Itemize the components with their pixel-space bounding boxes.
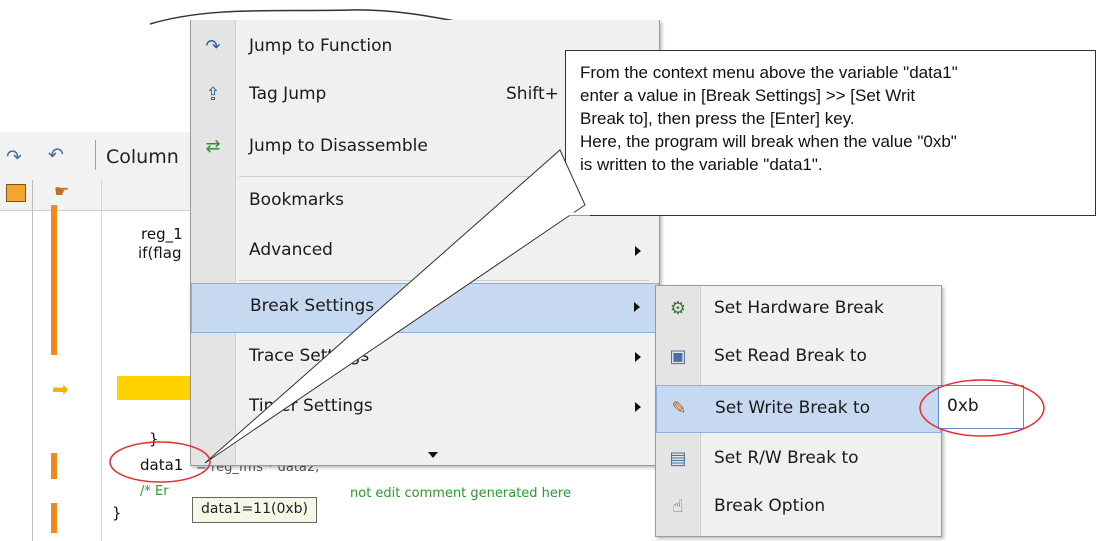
code-comment: /* Er xyxy=(140,484,169,499)
refresh-icon[interactable]: ↷ xyxy=(6,146,22,168)
scroll-down-arrow-icon[interactable] xyxy=(428,452,438,458)
menu-item-label: Set R/W Break to xyxy=(714,448,859,468)
callout-line: enter a value in [Break Settings] >> [Se… xyxy=(580,86,916,105)
write-break-icon: ✎ xyxy=(671,398,687,419)
menu-item-label: Set Hardware Break xyxy=(714,298,884,318)
code-line: } xyxy=(112,504,122,522)
hand-pointer-icon[interactable]: ☛ xyxy=(54,182,69,202)
jump-function-icon: ↷ xyxy=(205,36,221,57)
coverage-bar xyxy=(51,503,57,533)
rw-break-icon: ▤ xyxy=(669,448,687,469)
menu-item-label: Timer Settings xyxy=(249,396,373,416)
editor-subtoolbar xyxy=(0,180,200,211)
menu-item-advanced[interactable]: Advanced xyxy=(191,228,659,276)
menu-item-timer-settings[interactable]: Timer Settings xyxy=(191,384,659,432)
current-pc-arrow-icon: ➡ xyxy=(52,377,69,401)
menu-item-label: Jump to Function xyxy=(249,36,393,56)
code-comment: not edit comment generated here xyxy=(350,486,571,501)
code-line: if(flag xyxy=(138,244,182,262)
submenu-arrow-icon xyxy=(634,302,640,312)
code-line: } xyxy=(149,430,159,448)
menu-item-label: Advanced xyxy=(249,240,333,260)
menu-item-shortcut: Shift+ xyxy=(506,84,559,104)
variable-value-tooltip: data1=11(0xb) xyxy=(192,497,317,523)
disassemble-icon: ⇄ xyxy=(205,136,221,157)
callout-line: Here, the program will break when the va… xyxy=(580,132,957,151)
submenu-item-break-option[interactable]: ☝ Break Option xyxy=(656,484,941,532)
submenu-item-set-read-break[interactable]: ▣ Set Read Break to xyxy=(656,334,941,382)
menu-item-label: Break Settings xyxy=(250,296,375,316)
callout-line: Break to], then press the [Enter] key. xyxy=(580,109,855,128)
submenu-item-set-rw-break[interactable]: ▤ Set R/W Break to xyxy=(656,436,941,484)
submenu-item-set-hardware-break[interactable]: ⚙ Set Hardware Break xyxy=(656,286,941,334)
menu-item-label: Set Write Break to xyxy=(715,398,871,418)
menu-item-label: Trace Settings xyxy=(249,346,370,366)
line-number-divider xyxy=(101,180,102,541)
coverage-bar xyxy=(51,205,57,355)
hardware-break-icon: ⚙ xyxy=(669,298,687,319)
current-line-highlight xyxy=(117,376,197,400)
submenu-arrow-icon xyxy=(635,246,641,256)
menu-item-break-settings[interactable]: Break Settings xyxy=(191,283,659,333)
menu-item-trace-settings[interactable]: Trace Settings xyxy=(191,334,659,382)
bookmark-icon[interactable] xyxy=(6,184,26,202)
callout-line: From the context menu above the variable… xyxy=(580,63,958,82)
callout-line: is written to the variable "data1". xyxy=(580,155,823,174)
submenu-arrow-icon xyxy=(635,402,641,412)
menu-separator xyxy=(239,280,649,281)
code-line: reg_1 xyxy=(141,225,183,243)
undo-icon[interactable]: ↶ xyxy=(48,144,64,166)
break-option-icon: ☝ xyxy=(672,496,684,517)
toolbar-separator xyxy=(95,140,96,170)
menu-item-label: Bookmarks xyxy=(249,190,344,210)
column-button[interactable]: Column xyxy=(106,146,179,168)
submenu-item-set-write-break[interactable]: ✎ Set Write Break to xyxy=(656,385,941,433)
coverage-bar xyxy=(51,453,57,479)
menu-item-label: Break Option xyxy=(714,496,826,516)
menu-item-label: Jump to Disassemble xyxy=(249,136,428,156)
menu-item-label: Tag Jump xyxy=(249,84,327,104)
gutter-divider xyxy=(32,180,33,541)
tag-jump-icon: ⇪ xyxy=(205,84,221,105)
variable-data1[interactable]: data1 xyxy=(140,456,183,474)
read-break-icon: ▣ xyxy=(669,346,687,367)
menu-item-label: Set Read Break to xyxy=(714,346,867,366)
annotation-callout: From the context menu above the variable… xyxy=(565,50,1096,216)
break-settings-submenu: ⚙ Set Hardware Break ▣ Set Read Break to… xyxy=(655,285,942,537)
write-break-value-input[interactable]: 0xb xyxy=(938,385,1024,429)
submenu-arrow-icon xyxy=(635,352,641,362)
